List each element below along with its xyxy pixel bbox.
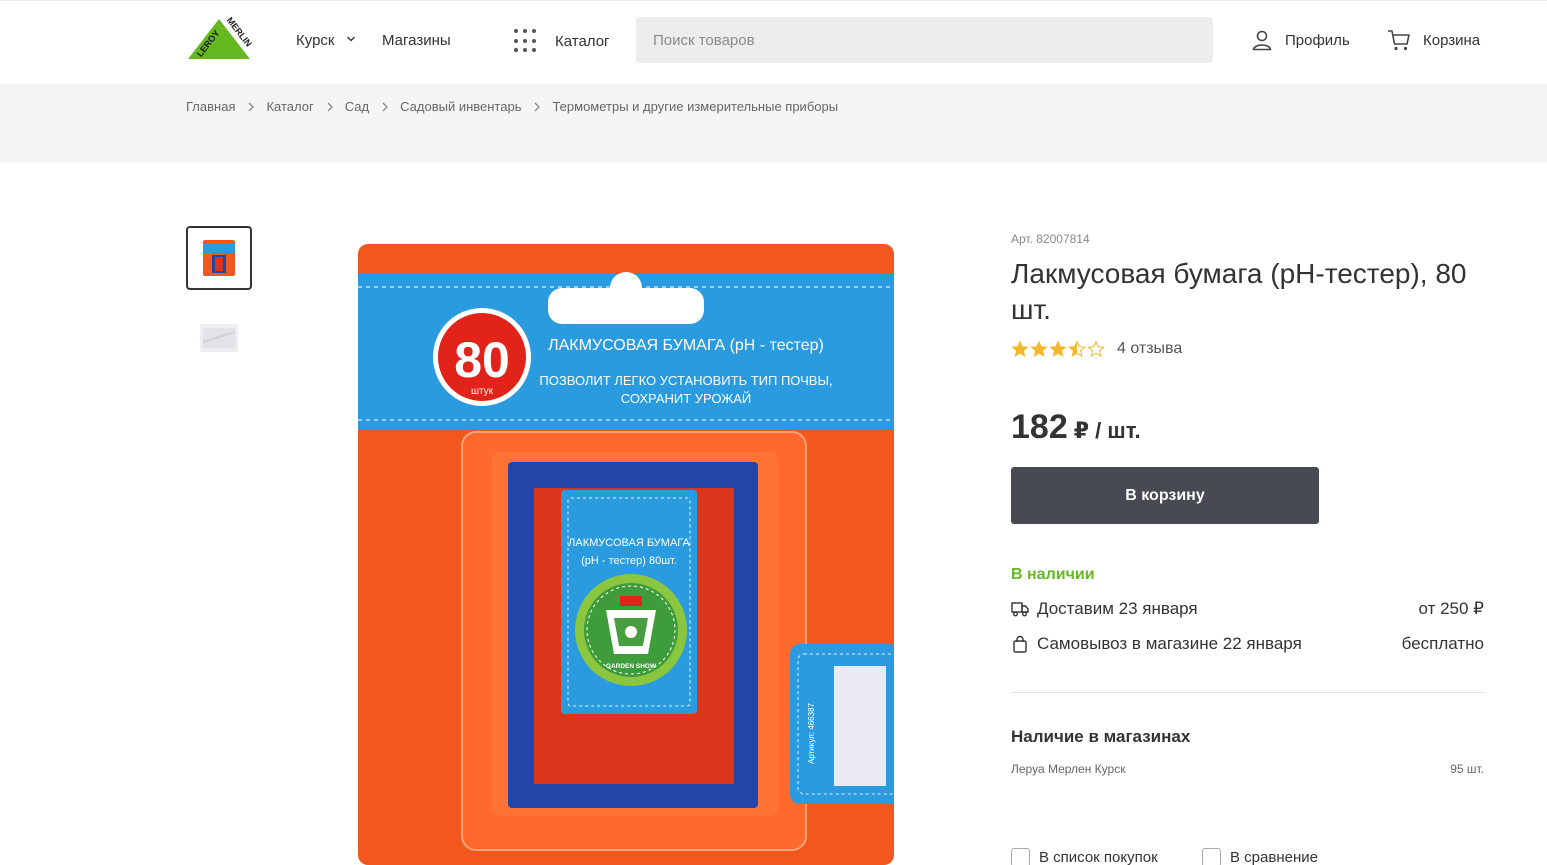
profile-label: Профиль bbox=[1285, 31, 1350, 49]
grid-menu-icon bbox=[514, 29, 538, 53]
delivery-row: Доставим 23 января от 250 ₽ bbox=[1011, 599, 1484, 619]
star-icon bbox=[1049, 340, 1067, 357]
breadcrumb-band: Главная Каталог Сад Садовый инвентарь Те… bbox=[0, 84, 1547, 163]
shopping-list-toggle[interactable]: В список покупок bbox=[1011, 848, 1158, 865]
package-sku: Артикул: 466387 bbox=[807, 702, 816, 764]
package-header-line2: СОХРАНИТ УРОЖАЙ bbox=[621, 391, 752, 406]
delivery-price: от 250 ₽ bbox=[1418, 599, 1485, 618]
rating[interactable]: 4 отзыва bbox=[1011, 340, 1182, 358]
article-number: Арт. 82007814 bbox=[1011, 232, 1090, 246]
shopping-bag-icon bbox=[1013, 635, 1027, 653]
breadcrumb-item[interactable]: Садовый инвентарь bbox=[400, 99, 521, 114]
add-to-cart-button[interactable]: В корзину bbox=[1011, 467, 1319, 524]
leroy-merlin-logo[interactable]: LEROY MERLIN bbox=[184, 15, 254, 61]
profile-link[interactable]: Профиль bbox=[1250, 28, 1350, 52]
catalog-label: Каталог bbox=[555, 32, 610, 50]
chevron-right-icon bbox=[535, 102, 541, 111]
site-header: LEROY MERLIN Курск Магазины Каталог Проф… bbox=[0, 0, 1547, 84]
compare-toggle[interactable]: В сравнение bbox=[1202, 848, 1318, 865]
product-thumbnail-2[interactable] bbox=[186, 302, 252, 366]
breadcrumb: Главная Каталог Сад Садовый инвентарь Те… bbox=[186, 99, 838, 114]
store-row: Леруа Мерлен Курск 95 шт. bbox=[1011, 762, 1484, 776]
pickup-row: Самовывоз в магазине 22 января бесплатно bbox=[1011, 634, 1484, 654]
price-value: 182 bbox=[1011, 408, 1068, 446]
product-main-image[interactable]: 80 штук ЛАКМУСОВАЯ БУМАГА (pH - тестер) … bbox=[358, 244, 894, 865]
price-unit: ₽ / шт. bbox=[1073, 418, 1141, 443]
product-thumbnail-1[interactable] bbox=[186, 226, 252, 290]
rating-stars bbox=[1011, 340, 1107, 358]
cart-link[interactable]: Корзина bbox=[1386, 28, 1480, 52]
compare-label: В сравнение bbox=[1230, 849, 1318, 865]
user-icon bbox=[1252, 30, 1272, 51]
star-half-icon bbox=[1068, 340, 1086, 358]
shops-link[interactable]: Магазины bbox=[382, 32, 451, 49]
shopping-list-checkbox[interactable] bbox=[1011, 848, 1030, 865]
chevron-down-icon[interactable] bbox=[346, 34, 356, 44]
package-count-unit: штук bbox=[471, 386, 494, 397]
product-title: Лакмусовая бумага (pH-тестер), 80 шт. bbox=[1011, 258, 1467, 325]
thumbnail-image bbox=[200, 324, 238, 352]
shopping-list-label: В список покупок bbox=[1039, 849, 1158, 865]
store-quantity: 95 шт. bbox=[1450, 762, 1484, 776]
pickup-label: Самовывоз в магазине 22 января bbox=[1037, 634, 1302, 653]
star-icon bbox=[1011, 340, 1029, 357]
breadcrumb-item[interactable]: Главная bbox=[186, 99, 235, 114]
package-inner-line1: ЛАКМУСОВАЯ БУМАГА bbox=[568, 537, 690, 549]
price: 182 ₽ / шт. bbox=[1011, 408, 1141, 447]
chevron-right-icon bbox=[327, 102, 333, 111]
star-empty-icon bbox=[1087, 340, 1105, 358]
star-icon bbox=[1030, 340, 1048, 357]
breadcrumb-item[interactable]: Сад bbox=[345, 99, 369, 114]
cart-icon bbox=[1388, 30, 1410, 51]
package-header-line1: ПОЗВОЛИТ ЛЕГКО УСТАНОВИТЬ ТИП ПОЧВЫ, bbox=[539, 373, 832, 388]
breadcrumb-item[interactable]: Термометры и другие измерительные прибор… bbox=[552, 99, 838, 114]
divider bbox=[1011, 692, 1484, 693]
store-name: Леруа Мерлен Курск bbox=[1011, 762, 1126, 776]
compare-checkbox[interactable] bbox=[1202, 848, 1221, 865]
stock-status: В наличии bbox=[1011, 566, 1095, 583]
catalog-button[interactable]: Каталог bbox=[514, 26, 624, 56]
store-availability-title[interactable]: Наличие в магазинах bbox=[1011, 727, 1190, 747]
thumbnail-image bbox=[203, 240, 235, 276]
chevron-right-icon bbox=[382, 102, 389, 111]
city-selector[interactable]: Курск bbox=[296, 32, 334, 49]
reviews-link[interactable]: 4 отзыва bbox=[1117, 340, 1182, 358]
pickup-price: бесплатно bbox=[1401, 634, 1484, 653]
truck-icon bbox=[1011, 602, 1029, 617]
package-count: 80 bbox=[454, 332, 510, 388]
package-badge: GARDEN SHOW bbox=[606, 663, 657, 670]
breadcrumb-item[interactable]: Каталог bbox=[266, 99, 313, 114]
chevron-right-icon bbox=[249, 102, 255, 111]
cart-label: Корзина bbox=[1423, 31, 1481, 49]
package-header-title: ЛАКМУСОВАЯ БУМАГА (pH - тестер) bbox=[548, 337, 824, 354]
search-input[interactable] bbox=[636, 17, 1213, 63]
delivery-label: Доставим 23 января bbox=[1037, 599, 1198, 618]
package-inner-line2: (pH - тестер) 80шт. bbox=[581, 555, 677, 567]
